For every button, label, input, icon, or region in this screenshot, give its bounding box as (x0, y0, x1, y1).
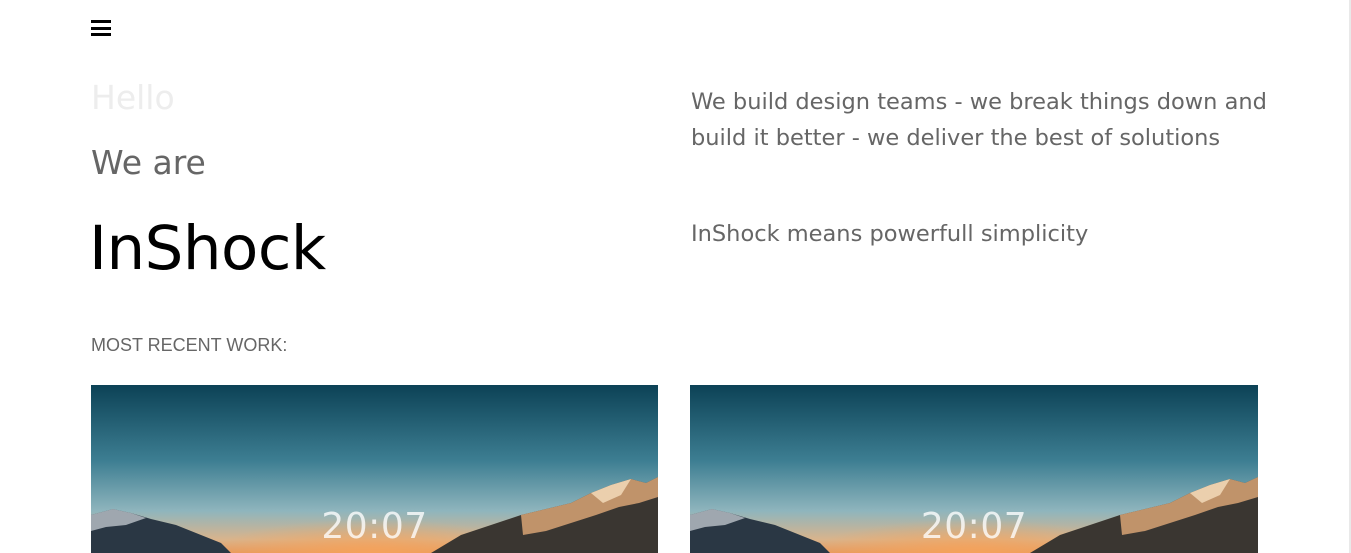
about-subline: InShock means powerfull simplicity (691, 221, 1089, 247)
recent-work-label: MOST RECENT WORK: (91, 335, 288, 355)
menu-bar (91, 26, 111, 30)
about-tagline: We build design teams - we break things … (691, 89, 1267, 151)
menu-bar (91, 33, 111, 36)
clock-time: 20:07 (920, 506, 1028, 547)
menu-bar (91, 20, 111, 23)
hamburger-menu-icon[interactable] (91, 19, 111, 37)
brand-title: InShock (89, 213, 326, 284)
work-card[interactable]: 20:07 (91, 385, 658, 553)
intro-text: We are (91, 143, 206, 182)
greeting-text: Hello (91, 78, 175, 117)
clock-time: 20:07 (321, 506, 428, 547)
work-card[interactable]: 20:07 (690, 385, 1258, 553)
